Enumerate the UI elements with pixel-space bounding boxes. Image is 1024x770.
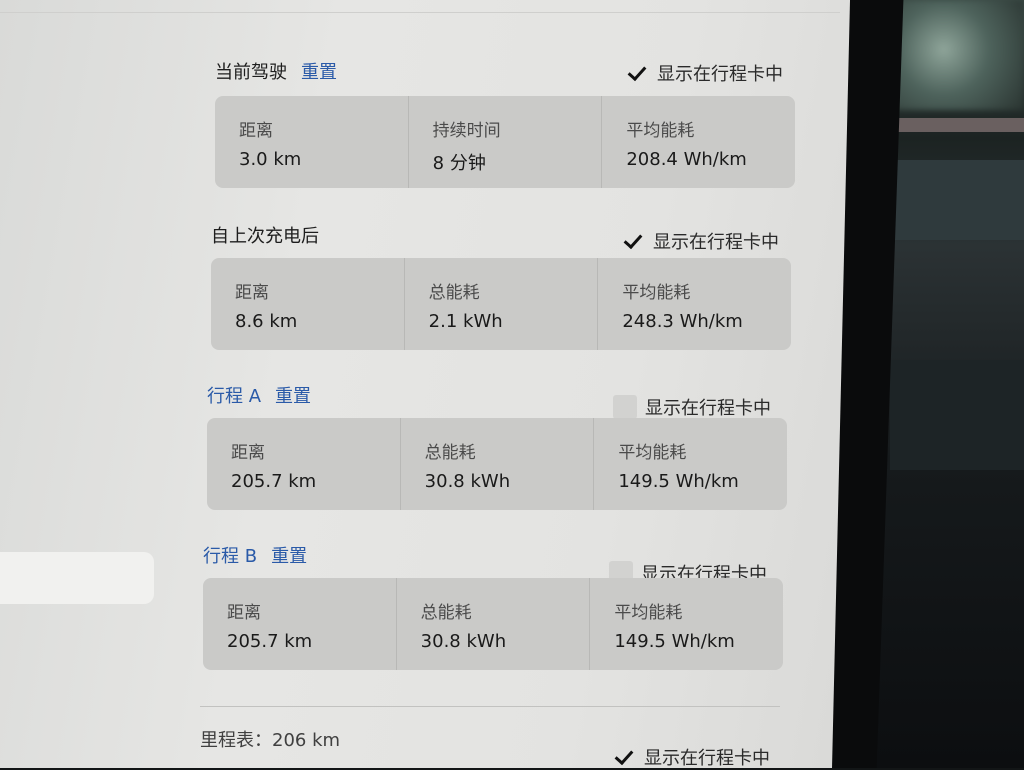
metric-distance: 距离 205.7 km xyxy=(203,578,397,670)
toggle-label: 显示在行程卡中 xyxy=(653,232,779,253)
touchscreen: 当前驾驶 重置 显示在行程卡中 距离 3.0 km 持续时间 8 分钟 平均能耗 … xyxy=(0,0,850,769)
section-title: 自上次充电后 xyxy=(211,222,319,248)
reset-button[interactable]: 重置 xyxy=(301,62,337,83)
metric-value: 205.7 km xyxy=(231,471,317,492)
car-panel xyxy=(890,160,1024,240)
metric-label: 距离 xyxy=(235,283,269,303)
metric-distance: 距离 8.6 km xyxy=(211,258,405,350)
section-title-text: 行程 A xyxy=(207,386,262,407)
metric-value: 3.0 km xyxy=(239,149,302,170)
car-window-view xyxy=(890,0,1024,110)
car-trim xyxy=(890,118,1024,132)
sidebar-field[interactable] xyxy=(0,552,154,604)
metric-value: 2.1 kWh xyxy=(428,311,503,332)
checkbox-checked[interactable] xyxy=(625,61,649,85)
reset-button[interactable]: 重置 xyxy=(275,386,311,407)
metric-avg-consumption: 平均能耗 248.3 Wh/km xyxy=(598,258,791,350)
toggle-label: 显示在行程卡中 xyxy=(657,64,783,85)
trip-metrics-card: 距离 205.7 km 总能耗 30.8 kWh 平均能耗 149.5 Wh/k… xyxy=(203,578,783,670)
metric-value: 149.5 Wh/km xyxy=(614,631,735,652)
odometer-divider xyxy=(200,706,780,707)
metric-label: 总能耗 xyxy=(424,443,476,463)
metric-total-energy: 总能耗 2.1 kWh xyxy=(405,258,599,350)
metric-label: 持续时间 xyxy=(432,121,501,141)
checkmark-icon xyxy=(627,61,647,82)
car-panel-lower xyxy=(890,360,1024,470)
metric-label: 总能耗 xyxy=(420,603,472,623)
section-title: 行程 B 重置 xyxy=(203,542,307,568)
reset-button[interactable]: 重置 xyxy=(271,546,307,567)
metric-total-energy: 总能耗 30.8 kWh xyxy=(397,578,591,670)
metric-label: 平均能耗 xyxy=(622,283,691,303)
metric-label: 平均能耗 xyxy=(614,603,683,623)
metric-label: 距离 xyxy=(239,121,273,141)
metric-total-energy: 总能耗 30.8 kWh xyxy=(401,418,595,510)
trip-metrics-card: 距离 8.6 km 总能耗 2.1 kWh 平均能耗 248.3 Wh/km xyxy=(211,258,791,350)
trip-metrics-card: 距离 3.0 km 持续时间 8 分钟 平均能耗 208.4 Wh/km xyxy=(215,96,795,188)
checkmark-icon xyxy=(623,229,643,250)
show-in-trip-card-toggle[interactable]: 显示在行程卡中 xyxy=(612,744,770,769)
metric-label: 距离 xyxy=(227,603,261,623)
metric-distance: 距离 3.0 km xyxy=(215,96,409,188)
checkbox-checked[interactable] xyxy=(621,229,645,253)
show-in-trip-card-toggle[interactable]: 显示在行程卡中 xyxy=(625,60,783,86)
section-title: 行程 A 重置 xyxy=(207,382,311,408)
metric-value: 30.8 kWh xyxy=(424,471,511,492)
top-divider xyxy=(0,12,840,13)
metric-label: 距离 xyxy=(231,443,265,463)
section-title-text: 当前驾驶 xyxy=(215,62,287,83)
metric-value: 208.4 Wh/km xyxy=(626,149,747,170)
checkbox-checked[interactable] xyxy=(612,745,636,768)
metric-label: 平均能耗 xyxy=(626,121,695,141)
metric-avg-consumption: 平均能耗 208.4 Wh/km xyxy=(602,96,795,188)
show-in-trip-card-toggle[interactable]: 显示在行程卡中 xyxy=(613,394,771,420)
metric-value: 8 分钟 xyxy=(432,153,486,174)
metric-avg-consumption: 平均能耗 149.5 Wh/km xyxy=(590,578,783,670)
toggle-label: 显示在行程卡中 xyxy=(644,748,770,769)
metric-value: 30.8 kWh xyxy=(420,631,507,652)
checkmark-icon xyxy=(614,745,634,766)
metric-duration: 持续时间 8 分钟 xyxy=(409,96,603,188)
metric-avg-consumption: 平均能耗 149.5 Wh/km xyxy=(594,418,787,510)
toggle-label: 显示在行程卡中 xyxy=(645,398,771,419)
checkbox-unchecked[interactable] xyxy=(613,395,637,419)
odometer-reading: 里程表：206 km xyxy=(200,730,341,751)
section-title-text: 自上次充电后 xyxy=(211,226,319,247)
show-in-trip-card-toggle[interactable]: 显示在行程卡中 xyxy=(621,228,779,254)
metric-distance: 距离 205.7 km xyxy=(207,418,401,510)
section-title: 当前驾驶 重置 xyxy=(215,58,337,84)
metric-label: 总能耗 xyxy=(428,283,480,303)
section-title-text: 行程 B xyxy=(203,546,258,567)
metric-value: 8.6 km xyxy=(235,311,298,332)
metric-label: 平均能耗 xyxy=(618,443,687,463)
metric-value: 205.7 km xyxy=(227,631,313,652)
metric-value: 149.5 Wh/km xyxy=(618,471,739,492)
metric-value: 248.3 Wh/km xyxy=(622,311,743,332)
trip-metrics-card: 距离 205.7 km 总能耗 30.8 kWh 平均能耗 149.5 Wh/k… xyxy=(207,418,787,510)
